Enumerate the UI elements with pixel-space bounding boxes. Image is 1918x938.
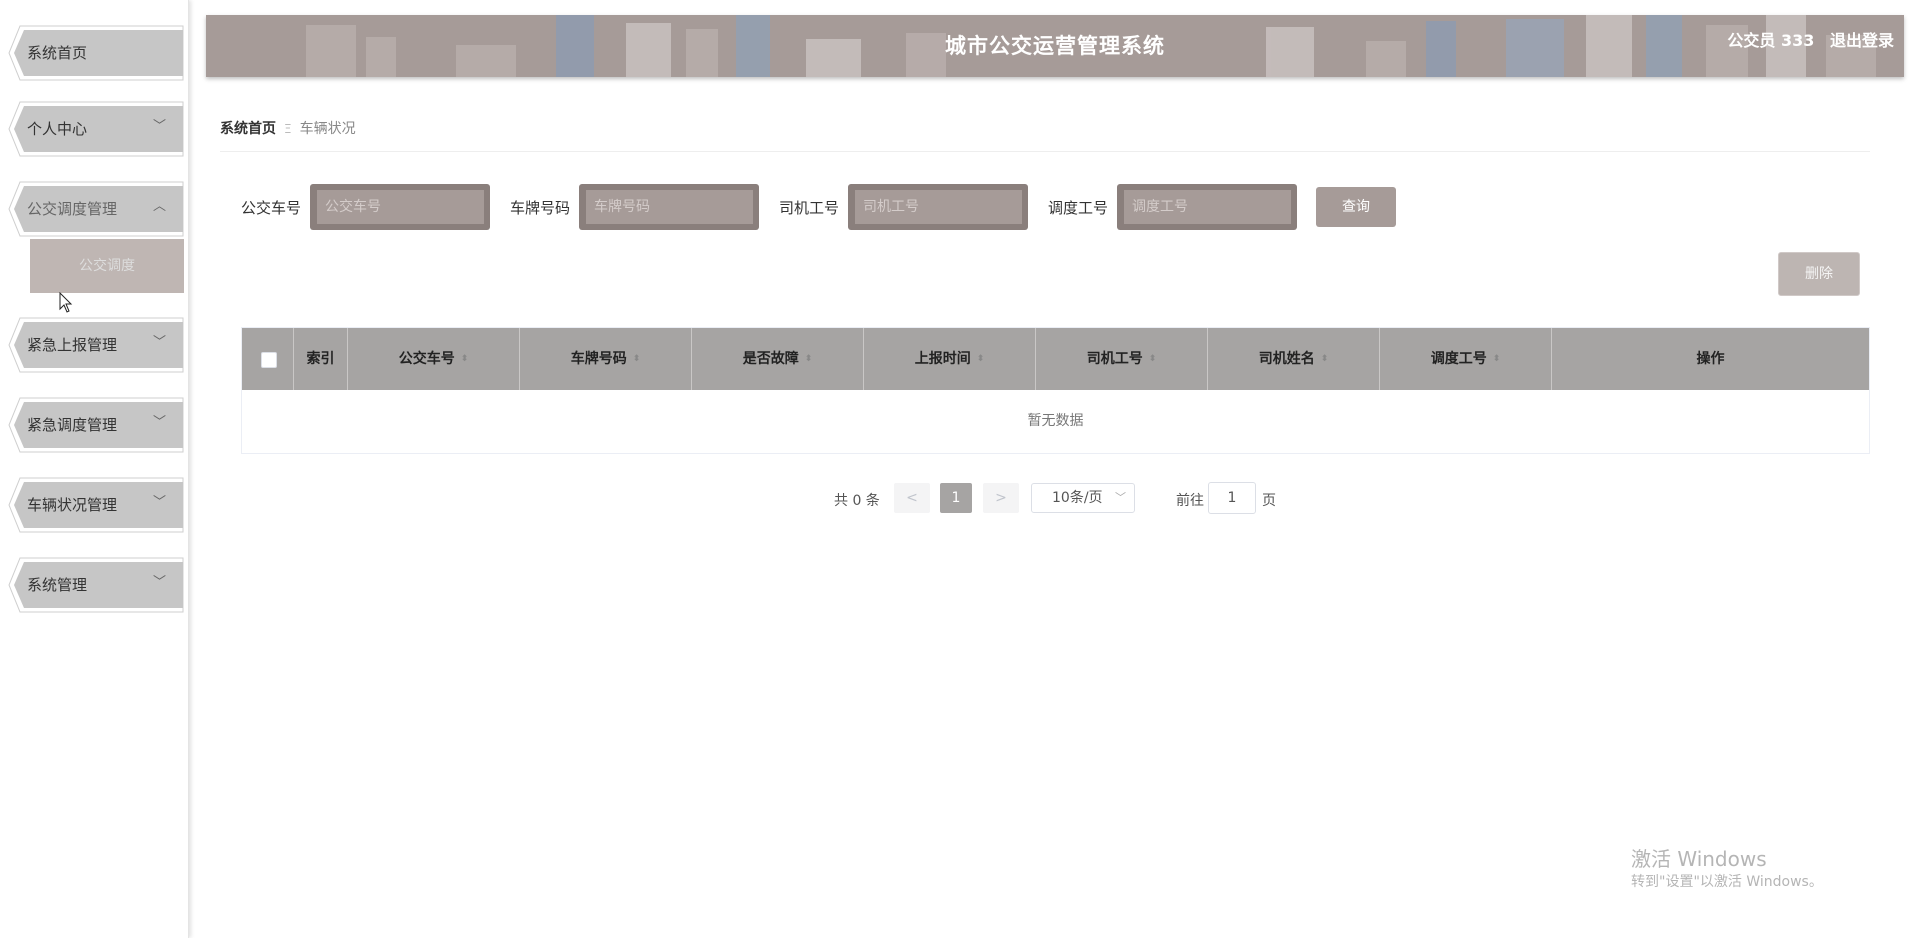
- sidebar-item-emergency-dispatch[interactable]: 紧急调度管理 ﹀: [8, 397, 184, 453]
- column-header-is-faulty[interactable]: 是否故障 ⬍: [692, 328, 864, 390]
- select-all-checkbox[interactable]: [261, 352, 277, 368]
- divider: [220, 151, 1870, 152]
- driver-id-field: [848, 184, 1028, 230]
- bus-number-input[interactable]: [317, 190, 484, 224]
- sidebar-item-label: 个人中心: [27, 120, 88, 138]
- sort-icon[interactable]: ⬍: [633, 354, 641, 364]
- select-all-cell: [242, 328, 294, 390]
- chevron-down-icon: ﹀: [152, 415, 166, 430]
- plate-number-field: [579, 184, 759, 230]
- query-button[interactable]: 查询: [1316, 187, 1396, 227]
- bus-number-label: 公交车号: [241, 199, 302, 217]
- sort-icon[interactable]: ⬍: [461, 354, 469, 364]
- column-header-label: 司机工号: [1086, 351, 1143, 367]
- sidebar-item-label: 系统首页: [27, 44, 88, 62]
- delete-button[interactable]: 删除: [1778, 252, 1860, 296]
- goto-page-input[interactable]: 1: [1208, 482, 1256, 514]
- column-header-label: 司机姓名: [1258, 351, 1315, 367]
- dispatcher-id-field: [1117, 184, 1297, 230]
- column-header-label: 公交车号: [398, 351, 455, 367]
- chevron-down-icon: ﹀: [152, 495, 166, 510]
- sort-icon[interactable]: ⬍: [1149, 354, 1157, 364]
- windows-activation-hint: 转到"设置"以激活 Windows。: [1631, 874, 1823, 890]
- chevron-down-icon: ﹀: [152, 575, 166, 590]
- dispatcher-id-input[interactable]: [1124, 190, 1291, 224]
- column-header-index: 索引: [294, 328, 348, 390]
- column-header-report-time[interactable]: 上报时间 ⬍: [864, 328, 1036, 390]
- sidebar-item-personal-center[interactable]: 个人中心 ﹀: [8, 101, 184, 157]
- driver-id-label: 司机工号: [779, 199, 840, 217]
- sidebar-item-vehicle-status[interactable]: 车辆状况管理 ﹀: [8, 477, 184, 533]
- bus-number-field: [310, 184, 490, 230]
- sidebar-item-bus-dispatch[interactable]: 公交调度管理 ︿: [8, 181, 184, 237]
- sort-icon[interactable]: ⬍: [977, 354, 985, 364]
- prev-page-button[interactable]: <: [894, 483, 930, 513]
- mouse-cursor-icon: [59, 292, 73, 313]
- column-header-label: 上报时间: [914, 351, 971, 367]
- sort-icon[interactable]: ⬍: [1493, 354, 1501, 364]
- sidebar: 系统首页 个人中心 ﹀ 公交调度管理 ︿ 公交调度 紧急上报管理 ﹀ 紧急调度管…: [0, 0, 189, 938]
- dispatcher-id-label: 调度工号: [1048, 199, 1109, 217]
- sidebar-item-system-management[interactable]: 系统管理 ﹀: [8, 557, 184, 613]
- windows-activation-watermark: 激活 Windows: [1631, 847, 1767, 871]
- top-header: 城市公交运营管理系统 公交员 333 退出登录: [206, 15, 1904, 77]
- column-header-driver-name[interactable]: 司机姓名 ⬍: [1208, 328, 1380, 390]
- column-header-label: 车牌号码: [570, 351, 627, 367]
- chevron-down-icon: ﹀: [152, 119, 166, 134]
- page-size-select[interactable]: 10条/页 ﹀: [1031, 483, 1135, 513]
- driver-id-input[interactable]: [855, 190, 1022, 224]
- column-header-plate-number[interactable]: 车牌号码 ⬍: [520, 328, 692, 390]
- sort-icon[interactable]: ⬍: [805, 354, 813, 364]
- page-suffix-label: 页: [1262, 493, 1276, 509]
- chevron-up-icon: ︿: [152, 199, 166, 214]
- logout-button[interactable]: 退出登录: [1830, 31, 1894, 50]
- column-header-label: 索引: [306, 351, 335, 367]
- sidebar-item-label: 紧急上报管理: [27, 336, 118, 354]
- breadcrumb-separator-icon: Ξ: [284, 122, 292, 136]
- sidebar-item-label: 系统管理: [27, 576, 88, 594]
- breadcrumb: 系统首页 Ξ 车辆状况: [220, 118, 356, 138]
- submenu-item-bus-dispatch[interactable]: 公交调度: [30, 239, 184, 293]
- page-number-button[interactable]: 1: [940, 483, 972, 513]
- user-area: 公交员 333 退出登录: [1717, 15, 1894, 67]
- sort-icon[interactable]: ⬍: [1321, 354, 1329, 364]
- column-header-dispatcher-id[interactable]: 调度工号 ⬍: [1380, 328, 1552, 390]
- next-page-button[interactable]: >: [983, 483, 1019, 513]
- plate-number-label: 车牌号码: [510, 199, 571, 217]
- page-size-value: 10条/页: [1052, 490, 1103, 506]
- plate-number-input[interactable]: [586, 190, 753, 224]
- sidebar-item-label: 车辆状况管理: [27, 496, 118, 514]
- app-title: 城市公交运营管理系统: [945, 34, 1165, 58]
- sidebar-item-emergency-report[interactable]: 紧急上报管理 ﹀: [8, 317, 184, 373]
- column-header-actions: 操作: [1552, 328, 1869, 390]
- breadcrumb-home[interactable]: 系统首页: [220, 121, 276, 137]
- table-empty-text: 暂无数据: [1027, 413, 1084, 429]
- column-header-label: 调度工号: [1430, 351, 1487, 367]
- chevron-down-icon: ﹀: [1115, 491, 1126, 504]
- sidebar-item-home[interactable]: 系统首页: [8, 25, 184, 81]
- column-header-label: 是否故障: [742, 351, 799, 367]
- column-header-driver-id[interactable]: 司机工号 ⬍: [1036, 328, 1208, 390]
- vehicle-status-table: 索引 公交车号 ⬍ 车牌号码 ⬍ 是否故障 ⬍ 上报时间 ⬍ 司机工号 ⬍ 司机姓名 ⬍ 调…: [241, 327, 1870, 454]
- sidebar-item-label: 紧急调度管理: [27, 416, 118, 434]
- chevron-down-icon: ﹀: [152, 335, 166, 350]
- user-name: 公交员 333: [1727, 31, 1815, 50]
- breadcrumb-current: 车辆状况: [299, 121, 356, 137]
- goto-label: 前往: [1176, 493, 1204, 509]
- pagination-total: 共 0 条: [834, 493, 880, 509]
- sidebar-item-label: 公交调度管理: [27, 200, 118, 218]
- column-header-label: 操作: [1696, 351, 1725, 367]
- column-header-bus-number[interactable]: 公交车号 ⬍: [348, 328, 520, 390]
- table-header: 索引 公交车号 ⬍ 车牌号码 ⬍ 是否故障 ⬍ 上报时间 ⬍ 司机工号 ⬍ 司机姓名 ⬍ 调…: [242, 328, 1869, 390]
